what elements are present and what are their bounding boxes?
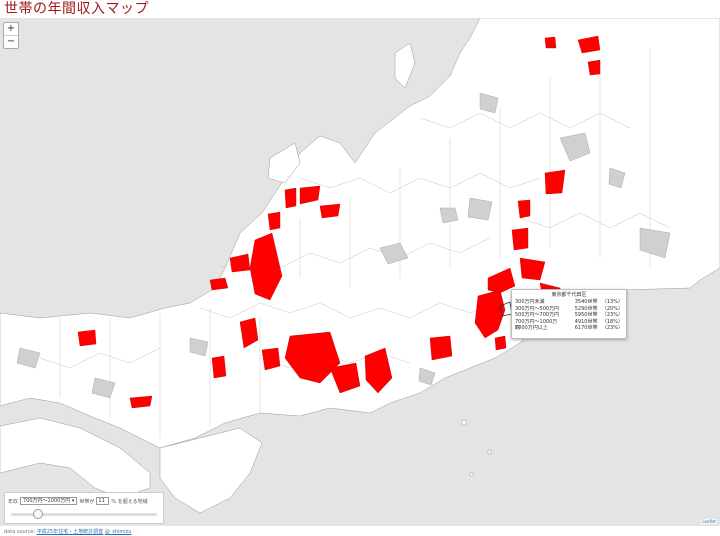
zoom-control: + − xyxy=(3,22,19,49)
filter-control: 年収 700万円～1000万円 ▾ 世帯が 11 % を超える地域 xyxy=(4,492,164,524)
income-label: 年収 xyxy=(8,498,19,505)
suffix-label: % を超える地域 xyxy=(111,498,148,505)
income-select[interactable]: 700万円～1000万円 ▾ xyxy=(20,497,78,505)
popup-title: 東京都千代田区 xyxy=(551,292,587,298)
region-yamanashi xyxy=(429,335,453,361)
region-osaka xyxy=(129,395,153,409)
region-gifu xyxy=(261,347,281,371)
footer-prefix: data source: xyxy=(4,529,36,535)
region-toyama-2 xyxy=(284,187,297,209)
region-popup: 東京都千代田区 300万円未満 3540世帯 （13%） 300万円～500万円… xyxy=(511,289,627,339)
region-ishikawa-2 xyxy=(267,211,281,231)
region-yamagata xyxy=(587,59,601,76)
popup-row: 1000万円以上 6170世帯 （23%） xyxy=(515,325,623,332)
households-label: 世帯が xyxy=(79,498,95,505)
region-mie xyxy=(211,355,227,379)
popup-row-label: 1000万円以上 xyxy=(515,325,548,331)
region-gunma xyxy=(517,199,531,219)
map-container[interactable]: + − 東京都千代田区 300万円未満 3540世帯 （13%） 300万円～5… xyxy=(0,18,720,526)
region-kyoto xyxy=(209,277,229,291)
popup-row-pct: （23%） xyxy=(601,325,623,331)
percent-input[interactable]: 11 xyxy=(96,497,110,505)
region-iwate xyxy=(544,36,557,49)
region-kanagawa-2 xyxy=(494,335,507,351)
chevron-down-icon: ▾ xyxy=(71,498,75,504)
land-sado xyxy=(394,42,416,89)
data-source-link[interactable]: 平成25年住宅・土地統計調査 xyxy=(37,529,103,535)
filter-row: 年収 700万円～1000万円 ▾ 世帯が 11 % を超える地域 xyxy=(8,497,148,505)
region-tochigi xyxy=(544,169,566,195)
leaflet-attribution-link[interactable]: Leaflet xyxy=(701,519,717,524)
region-hyogo xyxy=(77,329,97,347)
region-nagano xyxy=(511,227,529,251)
map-canvas[interactable] xyxy=(0,18,720,526)
author-link[interactable]: @_shimizu xyxy=(105,529,132,535)
zoom-out-button[interactable]: − xyxy=(4,35,18,48)
region-niigata xyxy=(319,203,341,219)
popup-row-count: 6170世帯 xyxy=(574,325,598,331)
land-izu xyxy=(461,419,492,477)
page-title: 世帯の年間収入マップ xyxy=(4,1,149,17)
income-select-value: 700万円～1000万円 xyxy=(23,498,71,504)
zoom-in-button[interactable]: + xyxy=(4,23,18,35)
footer: data source: 平成25年住宅・土地統計調査 @_shimizu xyxy=(4,528,131,535)
percent-slider-handle[interactable] xyxy=(33,509,44,519)
